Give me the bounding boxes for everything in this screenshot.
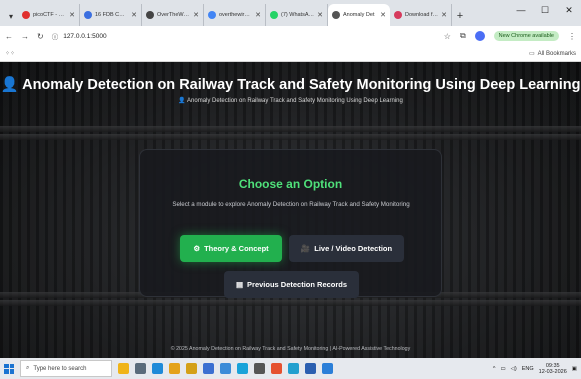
address-bar: ← → ↻ ⓘ 127.0.0.1:5000 ☆ ⧉ New Chrome av… <box>0 26 581 46</box>
notifications-icon[interactable]: ▣ <box>572 366 577 372</box>
tab-favicon-icon <box>146 11 154 19</box>
previous-records-button[interactable]: ▤ Previous Detection Records <box>224 271 359 298</box>
taskbar: ⌕ Type here to search ^ ▭ ◁) ENG 09:35 1… <box>0 358 581 379</box>
tab-favicon-icon <box>22 11 30 19</box>
tab-favicon-icon <box>84 11 92 19</box>
menu-dots-icon[interactable]: ⋮ <box>568 32 576 41</box>
language-indicator[interactable]: ENG <box>522 366 534 372</box>
folder-icon: ▭ <box>528 51 535 57</box>
page-title: 👤 Anomaly Detection on Railway Track and… <box>0 77 581 93</box>
system-tray: ^ ▭ ◁) ENG 09:35 12-03-2026 ▣ <box>493 363 581 375</box>
tray-up-arrow-icon[interactable]: ^ <box>493 366 496 372</box>
tab-close-icon[interactable]: ✕ <box>69 11 75 19</box>
site-info-icon[interactable]: ⓘ <box>52 31 59 41</box>
all-bookmarks-button[interactable]: ▭ All Bookmarks <box>528 50 576 58</box>
back-icon[interactable]: ← <box>5 32 13 41</box>
tab-close-icon[interactable]: ✕ <box>193 11 199 19</box>
theory-concept-button[interactable]: ⚙ Theory & Concept <box>180 235 282 262</box>
rail-decoration <box>0 126 581 132</box>
app-icon[interactable] <box>237 363 248 374</box>
mail-icon[interactable] <box>220 363 231 374</box>
choose-option-heading: Choose an Option <box>238 177 343 191</box>
close-icon[interactable]: ✕ <box>557 0 581 20</box>
tab-close-icon[interactable]: ✕ <box>380 11 386 19</box>
apps-grid-icon[interactable]: ⁘⁘ <box>5 50 15 57</box>
app-icon[interactable] <box>271 363 282 374</box>
tab-favicon-icon <box>394 11 402 19</box>
new-tab-button[interactable]: + <box>452 6 468 26</box>
tab-close-icon[interactable]: ✕ <box>441 11 447 19</box>
rail-decoration <box>0 300 581 306</box>
windows-start-icon[interactable] <box>4 363 14 374</box>
bookmark-star-icon[interactable]: ☆ <box>444 32 451 41</box>
browser-tab[interactable]: OverTheWire: Le✕ <box>142 4 204 26</box>
search-icon: ⌕ <box>26 365 30 371</box>
bookmarks-bar: ⁘⁘ ▭ All Bookmarks <box>0 46 581 62</box>
browser-tab-active[interactable]: Anomaly Det ✕ <box>328 4 390 26</box>
new-chrome-available-button[interactable]: New Chrome available <box>493 31 559 41</box>
store-icon[interactable] <box>203 363 214 374</box>
tab-search-icon[interactable]: ▾ <box>4 6 18 26</box>
profile-avatar[interactable] <box>474 31 485 41</box>
clock[interactable]: 09:35 12-03-2026 <box>539 363 567 375</box>
forward-icon[interactable]: → <box>21 32 29 41</box>
choose-option-description: Select a module to explore Anomaly Detec… <box>172 201 410 208</box>
records-icon: ▤ <box>235 280 244 289</box>
page-content: 👤 Anomaly Detection on Railway Track and… <box>0 62 581 358</box>
person-icon: 👤 <box>178 98 186 104</box>
browser-tab[interactable]: Download file | ✕ <box>390 4 452 26</box>
tab-favicon-icon <box>208 11 216 19</box>
tab-close-icon[interactable]: ✕ <box>255 11 261 19</box>
word-icon[interactable] <box>305 363 316 374</box>
edge-icon[interactable] <box>152 363 163 374</box>
taskbar-search-input[interactable]: ⌕ Type here to search <box>20 360 112 377</box>
file-explorer-icon[interactable] <box>186 363 197 374</box>
page-subtitle: 👤 Anomaly Detection on Railway Track and… <box>178 98 403 104</box>
url-field[interactable]: ⓘ 127.0.0.1:5000 <box>52 31 107 42</box>
window-controls: — ☐ ✕ <box>509 0 581 20</box>
chrome-icon[interactable] <box>288 363 299 374</box>
browser-tab[interactable]: 16 FDB CSSP Mi✕ <box>80 4 142 26</box>
task-view-icon[interactable] <box>135 363 146 374</box>
extensions-icon[interactable]: ⧉ <box>460 31 466 41</box>
book-icon: ⚙ <box>193 244 201 253</box>
live-video-detection-button[interactable]: 🎥 Live / Video Detection <box>289 235 404 262</box>
person-icon: 👤 <box>0 77 19 93</box>
browser-tab[interactable]: overthewire - G✕ <box>204 4 266 26</box>
minimize-icon[interactable]: — <box>509 0 533 20</box>
browser-tab-bar: ▾ picoCTF - The I✕ 16 FDB CSSP Mi✕ OverT… <box>0 0 581 26</box>
network-icon[interactable]: ▭ <box>500 366 505 372</box>
tab-favicon-icon <box>270 11 278 19</box>
tab-close-icon[interactable]: ✕ <box>131 11 137 19</box>
rail-decoration <box>0 134 581 140</box>
browser-tab[interactable]: picoCTF - The I✕ <box>18 4 80 26</box>
page-footer: © 2025 Anomaly Detection on Railway Trac… <box>170 346 411 352</box>
vscode-icon[interactable] <box>322 363 333 374</box>
settings-icon[interactable] <box>254 363 265 374</box>
volume-icon[interactable]: ◁) <box>511 366 517 372</box>
chrome-icon[interactable] <box>169 363 180 374</box>
widgets-icon[interactable] <box>118 363 129 374</box>
reload-icon[interactable]: ↻ <box>37 32 44 41</box>
maximize-icon[interactable]: ☐ <box>533 0 557 20</box>
browser-tab[interactable]: (7) WhatsApp ✕ <box>266 4 328 26</box>
tab-close-icon[interactable]: ✕ <box>317 11 323 19</box>
tab-favicon-icon <box>332 11 340 19</box>
camera-icon: 🎥 <box>300 244 311 253</box>
